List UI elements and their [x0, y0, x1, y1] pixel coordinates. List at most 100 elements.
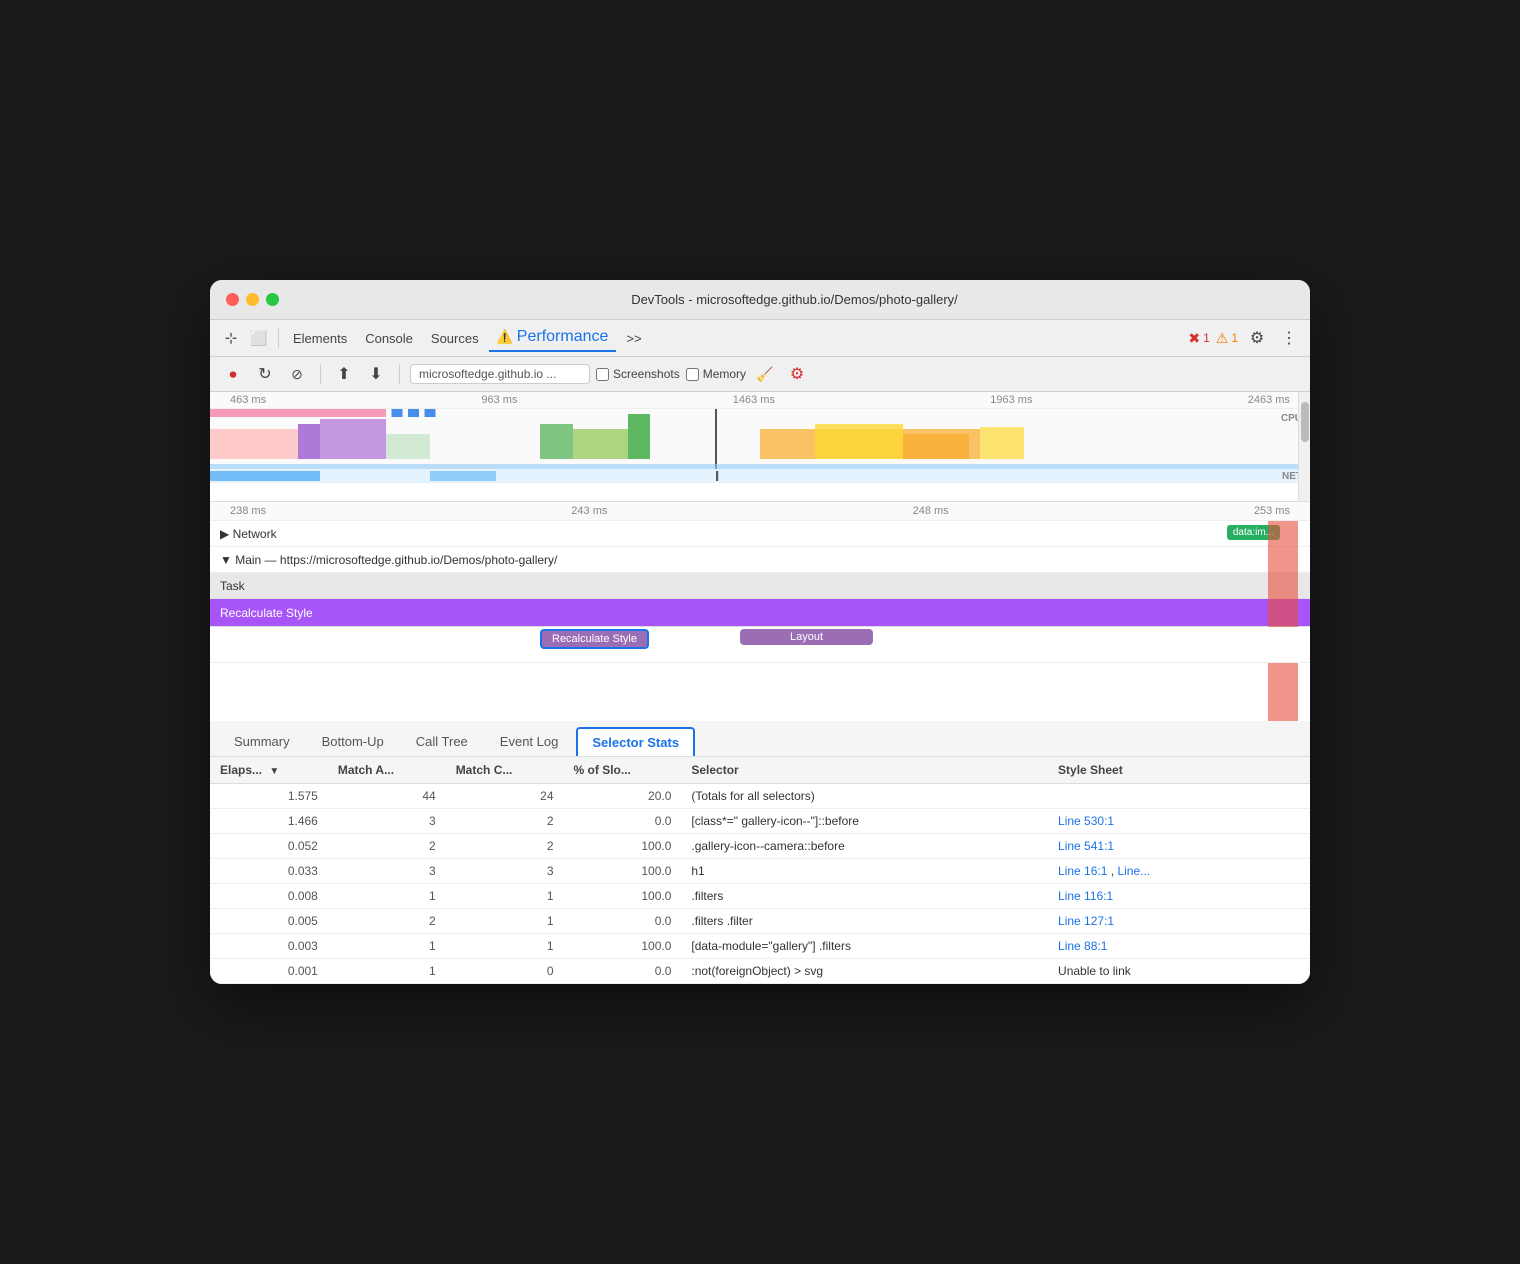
- cell-selector-3: h1: [681, 859, 1048, 884]
- timeline-scrollbar[interactable]: [1298, 392, 1310, 501]
- link-88[interactable]: Line 88:1: [1058, 939, 1107, 953]
- window-title: DevTools - microsoftedge.github.io/Demos…: [295, 292, 1294, 307]
- tab-more[interactable]: >>: [618, 327, 649, 350]
- cell-elapsed-3: 0.033: [210, 859, 328, 884]
- memory-checkbox[interactable]: [686, 368, 699, 381]
- ruler2-mark-1: 243 ms: [571, 505, 607, 517]
- link-541[interactable]: Line 541:1: [1058, 839, 1114, 853]
- net-area: NET: [210, 469, 1310, 483]
- cell-match-c-4: 1: [446, 884, 564, 909]
- upload-button[interactable]: ⬆: [331, 361, 357, 387]
- tab-elements[interactable]: Elements: [285, 327, 355, 350]
- screenshots-checkbox-label[interactable]: Screenshots: [596, 367, 680, 381]
- perf-settings-icon[interactable]: ⚙: [784, 361, 810, 387]
- col-selector[interactable]: Selector: [681, 757, 1048, 784]
- warning-badge: ⚠ 1: [1216, 330, 1238, 347]
- cell-match-c-7: 0: [446, 959, 564, 984]
- table-row: 0.005 2 1 0.0 .filters .filter Line 127:…: [210, 909, 1310, 934]
- col-match-a-label: Match A...: [338, 763, 394, 777]
- more-options-icon[interactable]: ⋮: [1276, 325, 1302, 351]
- cell-elapsed-4: 0.008: [210, 884, 328, 909]
- link-116[interactable]: Line 116:1: [1058, 889, 1113, 903]
- main-toolbar: ⊹ ⬜ Elements Console Sources ⚠️ Performa…: [210, 320, 1310, 357]
- col-match-c-label: Match C...: [456, 763, 513, 777]
- cell-selector-2: .gallery-icon--camera::before: [681, 834, 1048, 859]
- clear-button[interactable]: ⊘: [284, 361, 310, 387]
- device-icon[interactable]: ⬜: [246, 325, 272, 351]
- recalc-track: Recalculate Style: [210, 599, 1310, 627]
- devtools-window: DevTools - microsoftedge.github.io/Demos…: [210, 280, 1310, 984]
- refresh-button[interactable]: ↻: [252, 361, 278, 387]
- ruler2-mark-3: 253 ms: [1254, 505, 1290, 517]
- cell-selector-6: [data-module="gallery"] .filters: [681, 934, 1048, 959]
- flame-layout-bar[interactable]: Layout: [740, 629, 873, 645]
- table-row: 1.575 44 24 20.0 (Totals for all selecto…: [210, 784, 1310, 809]
- col-match-a[interactable]: Match A...: [328, 757, 446, 784]
- table-container: Elaps... ▼ Match A... Match C... % of Sl…: [210, 757, 1310, 984]
- cell-match-a-1: 3: [328, 809, 446, 834]
- cell-pct-7: 0.0: [564, 959, 682, 984]
- download-button[interactable]: ⬇: [363, 361, 389, 387]
- main-label: ▼ Main — https://microsoftedge.github.io…: [220, 553, 557, 567]
- link-16[interactable]: Line 16:1: [1058, 864, 1107, 878]
- cell-stylesheet-0: [1048, 784, 1310, 809]
- perf-warning-icon: ⚠️: [497, 329, 513, 345]
- col-pct-slow[interactable]: % of Slo...: [564, 757, 682, 784]
- table-row: 0.001 1 0 0.0 :not(foreignObject) > svg …: [210, 959, 1310, 984]
- flame-recalc-bar[interactable]: Recalculate Style: [540, 629, 649, 649]
- memory-checkbox-label[interactable]: Memory: [686, 367, 746, 381]
- scrollbar-thumb[interactable]: [1301, 402, 1309, 442]
- tab-call-tree[interactable]: Call Tree: [402, 728, 482, 755]
- link-more[interactable]: Line...: [1117, 864, 1150, 878]
- col-match-c[interactable]: Match C...: [446, 757, 564, 784]
- cell-match-a-2: 2: [328, 834, 446, 859]
- clear-perf-icon[interactable]: 🧹: [752, 361, 778, 387]
- header-row: Elaps... ▼ Match A... Match C... % of Sl…: [210, 757, 1310, 784]
- cell-match-a-5: 2: [328, 909, 446, 934]
- toolbar-right: ✖ 1 ⚠ 1 ⚙ ⋮: [1188, 325, 1302, 351]
- screenshots-checkbox[interactable]: [596, 368, 609, 381]
- maximize-button[interactable]: [266, 293, 279, 306]
- selector-stats-table: Elaps... ▼ Match A... Match C... % of Sl…: [210, 757, 1310, 984]
- tab-console[interactable]: Console: [357, 327, 421, 350]
- table-header: Elaps... ▼ Match A... Match C... % of Sl…: [210, 757, 1310, 784]
- error-badge: ✖ 1: [1188, 330, 1209, 347]
- link-127[interactable]: Line 127:1: [1058, 914, 1114, 928]
- cell-elapsed-2: 0.052: [210, 834, 328, 859]
- net-chart: [210, 469, 1310, 483]
- close-button[interactable]: [226, 293, 239, 306]
- warning-count: 1: [1231, 331, 1238, 345]
- minimize-button[interactable]: [246, 293, 259, 306]
- error-count: 1: [1203, 331, 1210, 345]
- cell-match-a-3: 3: [328, 859, 446, 884]
- col-elapsed[interactable]: Elaps... ▼: [210, 757, 328, 784]
- cell-pct-6: 100.0: [564, 934, 682, 959]
- tab-summary[interactable]: Summary: [220, 728, 304, 755]
- cpu-chart: [210, 409, 1310, 469]
- tab-event-log[interactable]: Event Log: [486, 728, 573, 755]
- inspect-icon[interactable]: ⊹: [218, 325, 244, 351]
- cell-stylesheet-5: Line 127:1: [1048, 909, 1310, 934]
- cell-stylesheet-1: Line 530:1: [1048, 809, 1310, 834]
- cpu-area[interactable]: CPU: [210, 409, 1310, 469]
- ruler2-mark-2: 248 ms: [913, 505, 949, 517]
- tab-selector-stats[interactable]: Selector Stats: [576, 727, 695, 756]
- tab-performance[interactable]: ⚠️ Performance: [489, 324, 617, 352]
- tab-bottom-up[interactable]: Bottom-Up: [308, 728, 398, 755]
- tab-sources[interactable]: Sources: [423, 327, 487, 350]
- col-stylesheet[interactable]: Style Sheet: [1048, 757, 1310, 784]
- ruler-mark-4: 2463 ms: [1248, 394, 1290, 406]
- link-530[interactable]: Line 530:1: [1058, 814, 1114, 828]
- settings-icon[interactable]: ⚙: [1244, 325, 1270, 351]
- memory-label: Memory: [703, 367, 746, 381]
- error-icon: ✖: [1188, 330, 1200, 347]
- cell-selector-4: .filters: [681, 884, 1048, 909]
- cell-match-c-3: 3: [446, 859, 564, 884]
- perf-toolbar: ⏺ ↻ ⊘ ⬆ ⬇ microsoftedge.github.io ... Sc…: [210, 357, 1310, 392]
- cell-pct-5: 0.0: [564, 909, 682, 934]
- titlebar: DevTools - microsoftedge.github.io/Demos…: [210, 280, 1310, 320]
- cell-stylesheet-2: Line 541:1: [1048, 834, 1310, 859]
- network-label: ▶ Network: [220, 527, 277, 541]
- cell-match-c-5: 1: [446, 909, 564, 934]
- record-button[interactable]: ⏺: [220, 361, 246, 387]
